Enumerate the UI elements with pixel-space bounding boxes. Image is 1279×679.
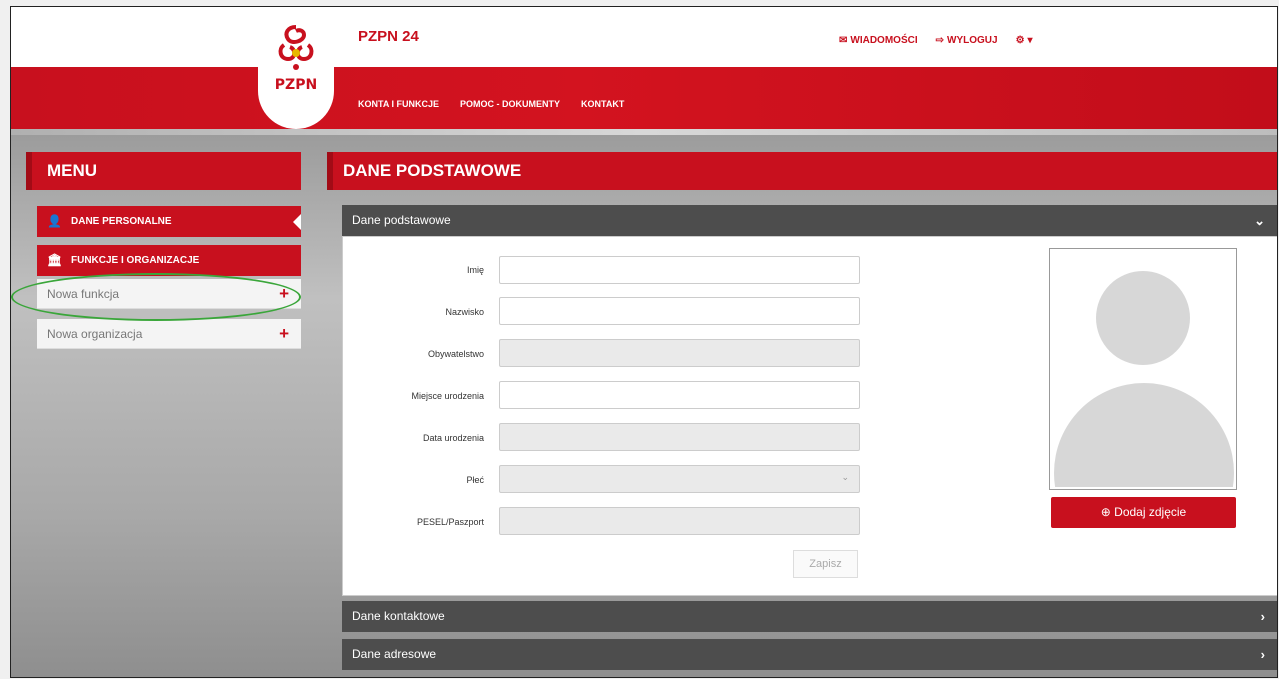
logout-label: WYLOGUJ <box>947 35 998 46</box>
chevron-down-icon: ⌄ <box>1254 213 1265 228</box>
last-name-input[interactable] <box>499 297 860 325</box>
sidebar-subitem-label: Nowa organizacja <box>47 327 143 341</box>
nav-kontakt[interactable]: KONTAKT <box>581 99 624 109</box>
accordion-label: Dane podstawowe <box>352 213 451 227</box>
birthdate-input[interactable] <box>499 423 860 451</box>
sidebar-item-label: DANE PERSONALNE <box>71 216 172 227</box>
field-label-pesel: PESEL/Paszport <box>416 517 484 527</box>
messages-link[interactable]: ✉ WIADOMOŚCI <box>839 35 918 46</box>
avatar-head-icon <box>1096 271 1190 365</box>
page-title: DANE PODSTAWOWE <box>327 152 1277 190</box>
top-links: ✉ WIADOMOŚCI ⇨ WYLOGUJ ⚙ ▾ <box>839 35 1033 46</box>
accordion-dane-kontaktowe[interactable]: Dane kontaktowe › <box>342 601 1277 632</box>
sidebar-item-dane-personalne[interactable]: 👤 DANE PERSONALNE <box>37 206 301 237</box>
settings-dropdown[interactable]: ⚙ ▾ <box>1016 35 1033 46</box>
menu-title: MENU <box>26 152 301 190</box>
envelope-icon: ✉ <box>839 35 848 46</box>
top-header <box>11 7 1277 67</box>
accordion-dane-adresowe[interactable]: Dane adresowe › <box>342 639 1277 670</box>
field-label-obywatelstwo: Obywatelstwo <box>427 349 484 359</box>
plus-circle-icon: ⊕ <box>1100 505 1111 519</box>
sidebar-subitem-label: Nowa funkcja <box>47 287 120 301</box>
field-label-plec: Płeć <box>466 475 484 485</box>
sidebar-subitem-nowa-funkcja[interactable]: Nowa funkcja + <box>37 279 301 309</box>
nav-pomoc-dokumenty[interactable]: POMOC - DOKUMENTY <box>460 99 560 109</box>
avatar-body-icon <box>1054 383 1234 487</box>
eagle-logo-icon <box>278 25 314 70</box>
field-label-data-urodzenia: Data urodzenia <box>422 433 484 443</box>
chevron-right-icon: › <box>1260 609 1265 624</box>
app-title[interactable]: PZPN 24 <box>358 28 419 45</box>
pesel-input[interactable] <box>499 507 860 535</box>
main-nav: KONTA I FUNKCJE POMOC - DOKUMENTY KONTAK… <box>358 99 624 109</box>
chevron-down-icon: ⌄ <box>841 472 849 482</box>
birthplace-input[interactable] <box>499 381 860 409</box>
plus-icon: + <box>279 324 289 343</box>
accordion-dane-podstawowe[interactable]: Dane podstawowe ⌄ <box>342 205 1277 236</box>
avatar <box>1052 251 1234 487</box>
accordion-label: Dane adresowe <box>352 647 437 661</box>
citizenship-input[interactable] <box>499 339 860 367</box>
chevron-down-icon: ▾ <box>1027 35 1033 46</box>
logo-text: PZPN <box>274 77 318 93</box>
add-photo-button[interactable]: ⊕ Dodaj zdjęcie <box>1051 497 1236 528</box>
logout-icon: ⇨ <box>935 35 944 46</box>
field-label-nazwisko: Nazwisko <box>445 307 484 317</box>
field-label-imie: Imię <box>466 265 484 275</box>
gear-icon: ⚙ <box>1015 35 1025 46</box>
sidebar-item-funkcje-i-organizacje[interactable]: 🏛 FUNKCJE I ORGANIZACJE <box>37 245 301 276</box>
profile-photo-placeholder <box>1049 248 1237 490</box>
nav-konta-i-funkcje[interactable]: KONTA I FUNKCJE <box>358 99 439 109</box>
first-name-input[interactable] <box>499 256 860 284</box>
chevron-right-icon: › <box>1260 647 1265 662</box>
gender-select[interactable]: ⌄ <box>499 465 860 493</box>
field-label-miejsce-urodzenia: Miejsce urodzenia <box>411 391 484 401</box>
plus-icon: + <box>279 284 289 303</box>
building-icon: 🏛 <box>47 253 63 267</box>
messages-label: WIADOMOŚCI <box>850 35 918 46</box>
logout-link[interactable]: ⇨ WYLOGUJ <box>936 35 998 46</box>
main-nav-bar <box>11 67 1277 135</box>
user-icon: 👤 <box>47 214 62 228</box>
accordion-label: Dane kontaktowe <box>352 609 445 623</box>
app-window: PZPN PZPN 24 ✉ WIADOMOŚCI ⇨ WYLOGUJ ⚙ ▾ … <box>10 6 1278 678</box>
save-button[interactable]: Zapisz <box>793 550 858 578</box>
sidebar-subitem-nowa-organizacja[interactable]: Nowa organizacja + <box>37 319 301 349</box>
sidebar-item-label: FUNKCJE I ORGANIZACJE <box>71 255 200 266</box>
add-photo-label: Dodaj zdjęcie <box>1114 505 1187 519</box>
pzpn-logo[interactable]: PZPN <box>258 7 334 129</box>
